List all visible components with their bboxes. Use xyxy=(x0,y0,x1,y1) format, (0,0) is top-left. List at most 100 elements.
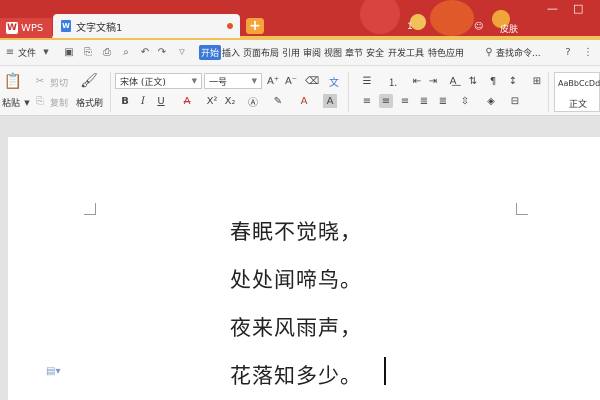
copy-button[interactable]: 复制 xyxy=(50,96,68,109)
minimize-button[interactable]: — xyxy=(547,2,558,15)
help-icon[interactable]: ? xyxy=(562,46,574,58)
menu-tab-references[interactable]: 引用 xyxy=(282,46,300,59)
undo-icon[interactable]: ↶ xyxy=(139,46,151,58)
highlight-icon[interactable]: ✎ xyxy=(271,94,285,108)
sort-icon[interactable]: ⇅ xyxy=(466,74,480,88)
font-name-select[interactable]: 宋体 (正文) ▼ xyxy=(115,73,202,89)
superscript-icon[interactable]: X² xyxy=(205,94,219,108)
style-gallery-normal[interactable]: AaBbCcDd 正文 xyxy=(554,72,600,112)
style-name: 正文 xyxy=(568,100,587,110)
menu-tab-view[interactable]: 视图 xyxy=(324,46,342,59)
document-area xyxy=(0,117,600,400)
output-icon[interactable]: ⎘ xyxy=(82,46,94,58)
font-name-value: 宋体 (正文) xyxy=(120,77,166,88)
festive-decoration xyxy=(360,0,400,34)
clear-format-icon[interactable]: ⌫ xyxy=(305,74,319,88)
margin-marker xyxy=(84,203,96,215)
menu-bar: ≡ 文件 ▼ ▣ ⎘ ⎙ ⌕ ↶ ↷ ▽ 开始 插入 页面布局 引用 审阅 视图… xyxy=(0,40,600,66)
shading-icon[interactable]: ◈ xyxy=(484,94,498,108)
borders-icon[interactable]: ⊟ xyxy=(508,94,522,108)
ribbon-separator xyxy=(348,72,349,112)
italic-icon[interactable]: I xyxy=(136,94,150,108)
poem-line[interactable]: 夜来风雨声， xyxy=(230,312,362,342)
align-center-icon[interactable]: ≡ xyxy=(379,94,393,108)
text-cursor xyxy=(384,357,386,385)
bold-icon[interactable]: B xyxy=(118,94,132,108)
maximize-button[interactable]: □ xyxy=(573,2,583,15)
bullets-icon[interactable]: ☰ xyxy=(360,74,374,88)
justify-icon[interactable]: ≣ xyxy=(417,94,431,108)
paste-button[interactable]: 粘贴 xyxy=(2,96,20,109)
distribute-icon[interactable]: ≣ xyxy=(436,94,450,108)
numbering-icon[interactable]: ⒈ xyxy=(386,74,400,89)
chevron-down-icon: ▼ xyxy=(191,77,197,85)
char-shading-icon[interactable]: A xyxy=(323,94,337,108)
print-preview-icon[interactable]: ⌕ xyxy=(120,46,132,58)
more-icon[interactable]: ⋮ xyxy=(582,46,594,58)
grow-font-icon[interactable]: A⁺ xyxy=(266,74,280,88)
text-effects-icon[interactable]: Ⓐ xyxy=(246,94,260,109)
ribbon-toolbar: 📋 粘贴 ▼ ✂ 剪切 ⎘ 复制 🖌 格式刷 宋体 (正文) ▼ 一号 ▼ A⁺… xyxy=(0,66,600,116)
new-tab-button[interactable]: + xyxy=(246,18,264,34)
table-icon[interactable]: ⊞ xyxy=(530,74,544,88)
paragraph-spacing-icon[interactable]: ⇳ xyxy=(458,94,472,108)
paste-icon[interactable]: 📋 xyxy=(4,72,23,90)
unsaved-dot-icon[interactable] xyxy=(227,23,233,29)
copy-icon[interactable]: ⎘ xyxy=(33,94,47,108)
app-tab-wps[interactable]: W WPS xyxy=(0,18,52,38)
document-icon: W xyxy=(61,20,71,32)
decrease-indent-icon[interactable]: ⇤ xyxy=(410,74,424,88)
format-painter-button[interactable]: 格式刷 xyxy=(76,96,103,109)
chevron-down-icon: ▼ xyxy=(251,77,257,85)
margin-marker xyxy=(516,203,528,215)
subscript-icon[interactable]: X₂ xyxy=(223,94,237,108)
cut-icon[interactable]: ✂ xyxy=(33,74,47,88)
menu-tab-section[interactable]: 章节 xyxy=(345,46,363,59)
strikethrough-icon[interactable]: A xyxy=(180,94,194,108)
poem-line[interactable]: 花落知多少。 xyxy=(230,360,362,390)
ribbon-separator xyxy=(110,72,111,112)
poem-line[interactable]: 春眠不觉晓， xyxy=(230,216,362,246)
style-sample: AaBbCcDd xyxy=(558,79,600,88)
user-icon[interactable]: ☺ xyxy=(474,22,483,32)
customize-toolbar-icon[interactable]: ▽ xyxy=(176,46,188,58)
line-spacing-icon[interactable]: ↕ xyxy=(506,74,520,88)
menu-tab-special[interactable]: 特色应用 xyxy=(428,46,464,59)
phonetic-guide-icon[interactable]: 文 xyxy=(327,74,341,89)
shrink-font-icon[interactable]: A⁻ xyxy=(284,74,298,88)
app-tab-label: WPS xyxy=(21,22,44,34)
menu-tab-page-layout[interactable]: 页面布局 xyxy=(243,46,279,59)
chevron-down-icon[interactable]: ▼ xyxy=(40,46,52,58)
align-left-icon[interactable]: ≡ xyxy=(360,94,374,108)
hamburger-icon[interactable]: ≡ xyxy=(4,46,16,58)
align-right-icon[interactable]: ≡ xyxy=(398,94,412,108)
show-marks-icon[interactable]: ¶ xyxy=(486,74,500,88)
chinese-layout-icon[interactable]: A͟ xyxy=(446,74,460,88)
menu-tab-developer[interactable]: 开发工具 xyxy=(388,46,424,59)
font-color-icon[interactable]: A xyxy=(297,94,311,108)
wps-logo-icon: W xyxy=(6,22,18,34)
ribbon-separator xyxy=(548,72,549,112)
paragraph-handle-icon[interactable]: ▤▾ xyxy=(46,366,60,377)
skin-button[interactable]: 皮肤 xyxy=(500,22,518,35)
menu-tab-security[interactable]: 安全 xyxy=(366,46,384,59)
chevron-down-icon[interactable]: ▼ xyxy=(20,96,34,110)
document-tab[interactable]: W 文字文稿1 xyxy=(53,14,240,38)
redo-icon[interactable]: ↷ xyxy=(156,46,168,58)
command-search[interactable]: 查找命令... xyxy=(496,46,541,59)
font-size-select[interactable]: 一号 ▼ xyxy=(204,73,262,89)
format-painter-icon[interactable]: 🖌 xyxy=(80,72,98,90)
save-icon[interactable]: ▣ xyxy=(63,46,75,58)
document-tab-label: 文字文稿1 xyxy=(76,22,123,34)
menu-tab-home[interactable]: 开始 xyxy=(199,45,221,60)
increase-indent-icon[interactable]: ⇥ xyxy=(426,74,440,88)
search-icon[interactable]: ⚲ xyxy=(483,46,495,58)
font-size-value: 一号 xyxy=(209,77,228,88)
menu-tab-review[interactable]: 审阅 xyxy=(303,46,321,59)
cut-button[interactable]: 剪切 xyxy=(50,76,68,89)
poem-line[interactable]: 处处闻啼鸟。 xyxy=(230,264,362,294)
file-menu[interactable]: 文件 xyxy=(18,46,36,59)
print-icon[interactable]: ⎙ xyxy=(101,46,113,58)
menu-tab-insert[interactable]: 插入 xyxy=(222,46,240,59)
underline-icon[interactable]: U xyxy=(154,94,168,108)
